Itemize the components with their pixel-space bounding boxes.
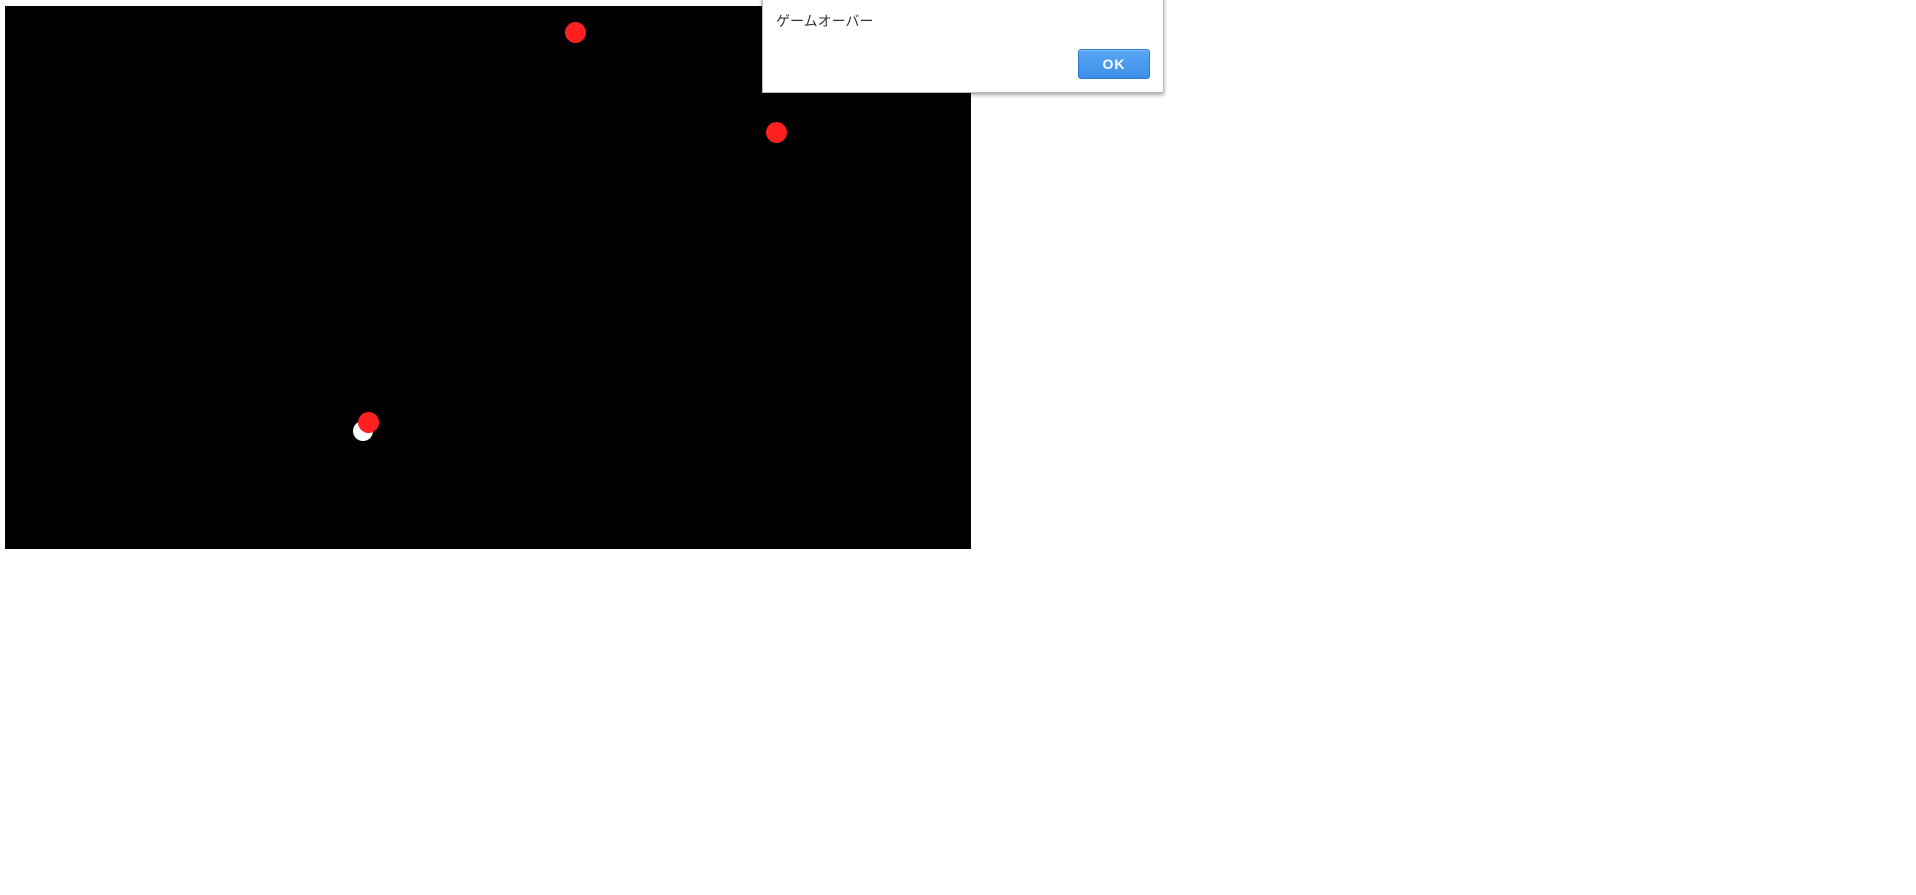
enemy-ball <box>358 412 379 433</box>
enemy-ball <box>565 22 586 43</box>
ok-button[interactable]: OK <box>1078 49 1150 79</box>
alert-dialog: ゲームオーバー OK <box>762 0 1164 93</box>
enemy-ball <box>766 122 787 143</box>
alert-message: ゲームオーバー <box>776 14 874 30</box>
